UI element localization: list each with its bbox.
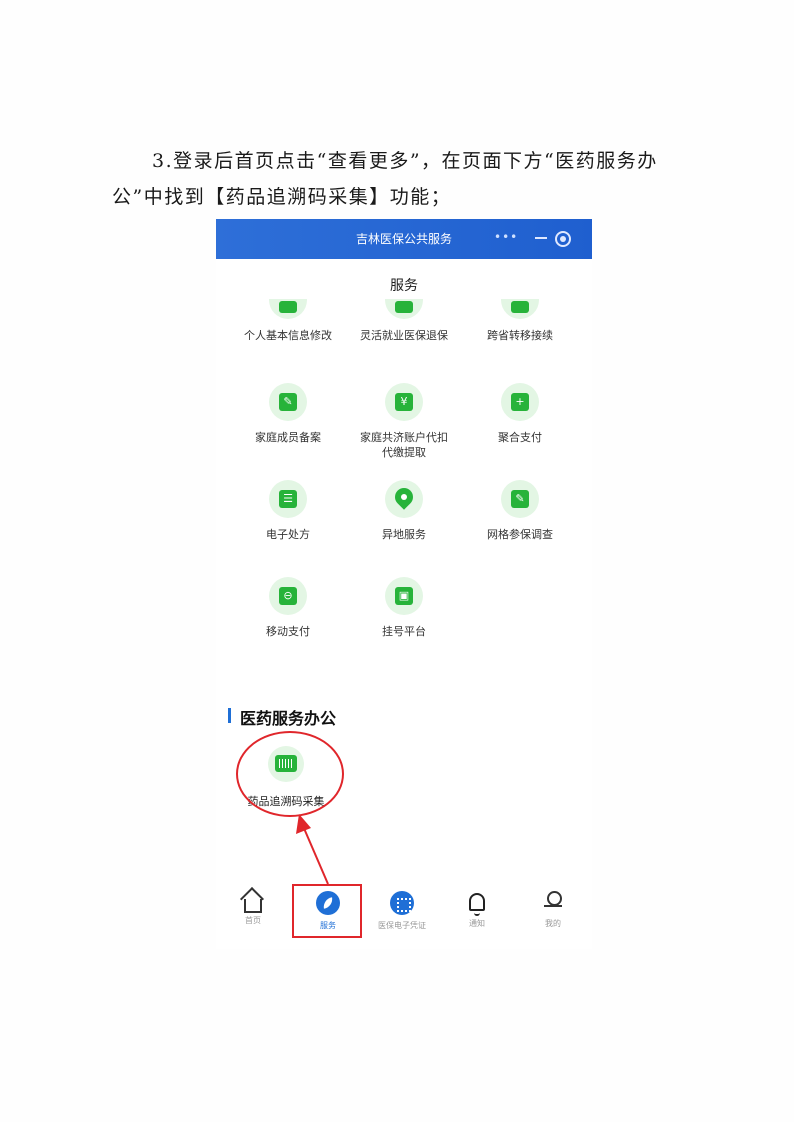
tab-notifications[interactable]: 通知 xyxy=(442,891,512,929)
bell-icon xyxy=(469,893,485,916)
services-section-title: 服务 xyxy=(390,278,418,294)
section-accent-bar xyxy=(228,708,231,723)
service-label: 灵活就业医保退保 xyxy=(360,329,448,342)
instruction-text: 3.登录后首页点击“查看更多”，在页面下方“医药服务办 公”中找到【药品追溯码采… xyxy=(112,143,712,215)
highlight-box xyxy=(292,884,362,938)
edit-pen-icon: ✎ xyxy=(269,383,307,421)
payment-icon: + xyxy=(501,383,539,421)
service-label: 家庭共济账户代扣 代缴提取 xyxy=(344,430,464,460)
app-title-bar: 吉林医保公共服务 ••• xyxy=(216,219,592,259)
service-label: 个人基本信息修改 xyxy=(244,329,332,342)
tab-label: 通知 xyxy=(469,919,485,928)
wallet-icon: ¥ xyxy=(385,383,423,421)
service-label: 移动支付 xyxy=(266,625,310,638)
service-personal-info[interactable]: 个人基本信息修改 xyxy=(228,299,348,343)
edit-pen-icon: ✎ xyxy=(501,480,539,518)
close-target-icon[interactable] xyxy=(555,231,571,247)
service-label: 聚合支付 xyxy=(498,431,542,444)
tab-label: 我的 xyxy=(545,919,561,928)
bottom-tab-bar: 首页 服务 医保电子凭证 通知 我的 xyxy=(216,891,592,941)
service-grid-insurance-survey[interactable]: ✎ 网格参保调查 xyxy=(460,480,580,542)
refund-icon xyxy=(385,299,423,319)
document-page: 3.登录后首页点击“查看更多”，在页面下方“医药服务办 公”中找到【药品追溯码采… xyxy=(0,0,794,1122)
transfer-icon xyxy=(501,299,539,319)
service-family-account-withhold[interactable]: ¥ 家庭共济账户代扣 代缴提取 xyxy=(344,383,464,460)
mobile-pay-icon: ⊖ xyxy=(269,577,307,615)
highlight-oval xyxy=(236,731,344,817)
service-flexible-employment-refund[interactable]: 灵活就业医保退保 xyxy=(344,299,464,343)
service-label: 网格参保调查 xyxy=(487,528,553,541)
service-aggregate-payment[interactable]: + 聚合支付 xyxy=(460,383,580,445)
qr-code-icon xyxy=(390,891,414,915)
service-label: 电子处方 xyxy=(266,528,310,541)
service-remote-services[interactable]: 异地服务 xyxy=(344,480,464,542)
tab-medical-e-voucher[interactable]: 医保电子凭证 xyxy=(369,891,435,931)
tab-label: 医保电子凭证 xyxy=(378,921,426,930)
service-e-prescription[interactable]: ☰ 电子处方 xyxy=(228,480,348,542)
instruction-line-2: 公”中找到【药品追溯码采集】功能； xyxy=(112,186,452,208)
service-mobile-payment[interactable]: ⊖ 移动支付 xyxy=(228,577,348,639)
phone-screenshot: 吉林医保公共服务 ••• 服务 个人基本信息修改 灵活就业医保退保 跨省转移接续… xyxy=(216,219,592,949)
service-label: 跨省转移接续 xyxy=(487,329,553,342)
id-card-icon xyxy=(269,299,307,319)
user-icon xyxy=(544,891,562,913)
service-cross-province-transfer[interactable]: 跨省转移接续 xyxy=(460,299,580,343)
tab-label: 首页 xyxy=(245,916,261,925)
home-icon xyxy=(244,899,262,913)
instruction-line-1: 3.登录后首页点击“查看更多”，在页面下方“医药服务办 xyxy=(152,150,658,172)
service-label-line1: 家庭共济账户代扣 xyxy=(360,431,448,444)
registration-icon: ▣ xyxy=(385,577,423,615)
tab-mine[interactable]: 我的 xyxy=(518,891,588,929)
more-dots-icon[interactable]: ••• xyxy=(494,230,518,244)
service-label-line2: 代缴提取 xyxy=(382,446,426,459)
location-pin-icon xyxy=(385,480,423,518)
prescription-icon: ☰ xyxy=(269,480,307,518)
mini-program-capsule: ••• xyxy=(478,228,578,250)
service-label: 家庭成员备案 xyxy=(255,431,321,444)
tab-home[interactable]: 首页 xyxy=(218,891,288,926)
service-label: 异地服务 xyxy=(382,528,426,541)
service-label: 挂号平台 xyxy=(382,625,426,638)
service-family-member-record[interactable]: ✎ 家庭成员备案 xyxy=(228,383,348,445)
medical-office-title: 医药服务办公 xyxy=(240,709,337,728)
minimize-icon[interactable] xyxy=(535,237,547,239)
service-registration-platform[interactable]: ▣ 挂号平台 xyxy=(344,577,464,639)
